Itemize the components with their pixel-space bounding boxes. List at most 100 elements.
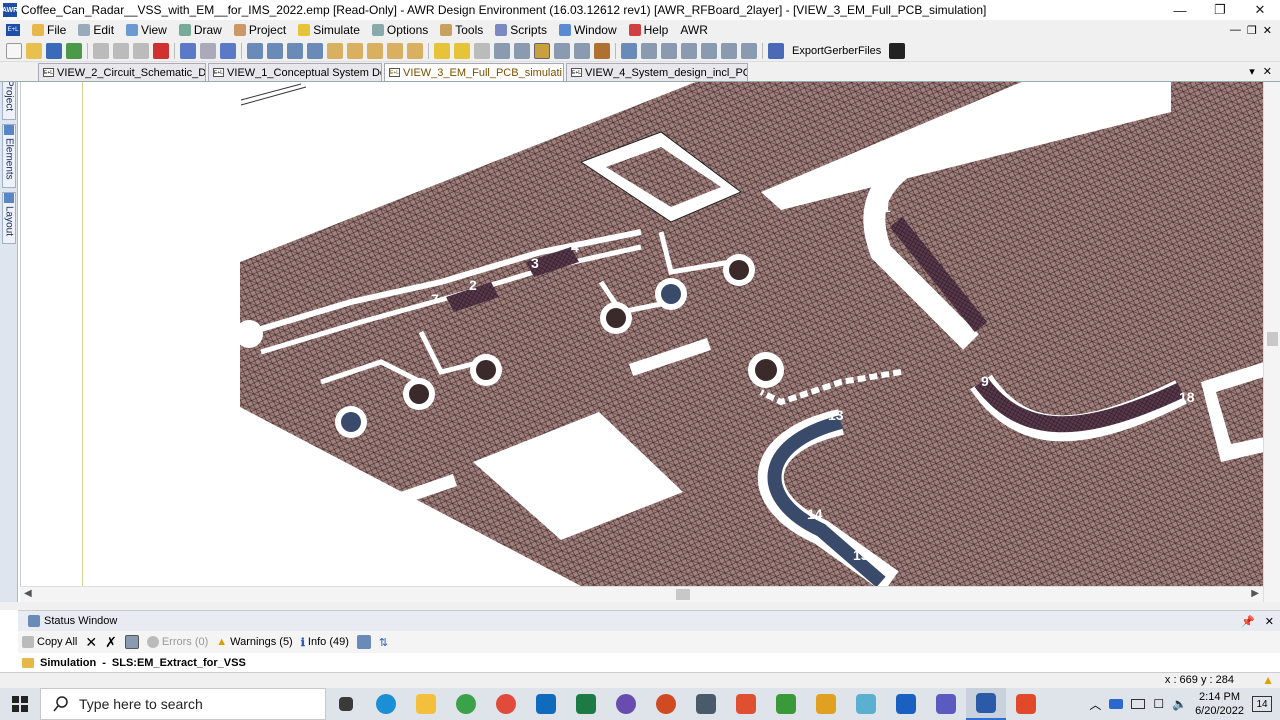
- errors-filter-button[interactable]: Errors (0): [146, 636, 208, 648]
- clear-all-button[interactable]: ✗: [105, 634, 117, 651]
- gerber-icon[interactable]: [768, 42, 784, 59]
- refresh-icon[interactable]: [220, 42, 236, 59]
- taskbar-app-edge[interactable]: [366, 688, 406, 720]
- frame-icon[interactable]: [741, 42, 757, 59]
- link-icon[interactable]: [621, 42, 637, 59]
- network-icon[interactable]: ☐: [1153, 697, 1164, 711]
- subcircuit-icon[interactable]: [367, 42, 383, 59]
- tune-icon[interactable]: [454, 42, 470, 59]
- save-icon[interactable]: [46, 42, 62, 59]
- taskbar-app-media[interactable]: [806, 688, 846, 720]
- taskbar-app-teams[interactable]: [926, 688, 966, 720]
- onedrive-icon[interactable]: [1109, 699, 1124, 709]
- sidebar-tab-elements[interactable]: Elements: [2, 124, 16, 188]
- taskbar-app-chrome[interactable]: [486, 688, 526, 720]
- menu-tools[interactable]: Tools: [434, 20, 489, 40]
- filter-button[interactable]: [124, 635, 139, 649]
- warnings-filter-button[interactable]: ▲ Warnings (5): [216, 636, 292, 648]
- undo-icon[interactable]: [180, 42, 196, 59]
- taskbar-app-snagit[interactable]: [726, 688, 766, 720]
- document-icon[interactable]: E+L: [6, 24, 20, 36]
- cut-icon[interactable]: [93, 42, 109, 59]
- zoom-area-icon[interactable]: [307, 42, 323, 59]
- zoom-fit-icon[interactable]: [287, 42, 303, 59]
- horizontal-scrollbar[interactable]: ◀ ▶: [20, 586, 1263, 602]
- menu-draw[interactable]: Draw: [173, 20, 228, 40]
- tab-view-4[interactable]: E+LVIEW_4_System_design_incl_PCB_E...: [566, 63, 748, 81]
- image-icon[interactable]: [721, 42, 737, 59]
- tab-view-2[interactable]: E+LVIEW_2_Circuit_Schematic_Design: [38, 63, 206, 81]
- distribute-icon[interactable]: [574, 42, 590, 59]
- mdi-minimize-button[interactable]: —: [1230, 24, 1241, 37]
- sort-button[interactable]: ⇅: [379, 636, 388, 649]
- clock[interactable]: 2:14 PM 6/20/2022: [1195, 690, 1244, 718]
- tab-view-3[interactable]: E+LVIEW_3_EM_Full_PCB_simulati...✕: [384, 63, 564, 81]
- measure-icon[interactable]: [494, 42, 510, 59]
- notification-button[interactable]: 14: [1252, 696, 1272, 712]
- cursor-icon[interactable]: [889, 42, 906, 59]
- component-icon[interactable]: [347, 42, 363, 59]
- list-view-button[interactable]: [356, 635, 371, 649]
- layout-canvas[interactable]: 2 3 4 7 8 9 13 14 15 18 1: [20, 82, 1263, 586]
- delete-icon[interactable]: [153, 42, 169, 59]
- ground-icon[interactable]: [407, 42, 423, 59]
- menu-project[interactable]: Project: [228, 20, 292, 40]
- copy-icon[interactable]: [113, 42, 129, 59]
- scroll-left-icon[interactable]: ◀: [24, 588, 32, 599]
- save-all-icon[interactable]: [66, 42, 82, 59]
- taskbar-app-awr[interactable]: [966, 688, 1006, 720]
- ruler-icon[interactable]: [514, 42, 530, 59]
- mdi-close-button[interactable]: ✕: [1263, 24, 1272, 37]
- zoom-out-icon[interactable]: [267, 42, 283, 59]
- taskbar-app-settings[interactable]: [606, 688, 646, 720]
- print-icon[interactable]: [641, 42, 657, 59]
- vertical-scrollbar[interactable]: [1263, 82, 1280, 602]
- text-icon[interactable]: [701, 42, 717, 59]
- panel-splitter[interactable]: [0, 602, 1280, 610]
- taskbar-app-excel[interactable]: [566, 688, 606, 720]
- menu-window[interactable]: Window: [553, 20, 623, 40]
- taskbar-app-calculator[interactable]: [686, 688, 726, 720]
- taskbar-app-powerpoint[interactable]: [646, 688, 686, 720]
- taskbar-search[interactable]: Type here to search: [40, 688, 326, 720]
- taskbar-app-notes[interactable]: [846, 688, 886, 720]
- taskbar-app-maps[interactable]: [446, 688, 486, 720]
- menu-simulate[interactable]: Simulate: [292, 20, 366, 40]
- menu-awr[interactable]: AWR: [674, 20, 714, 40]
- status-row[interactable]: Simulation - SLS:EM_Extract_for_VSS: [18, 653, 1280, 673]
- close-panel-button[interactable]: ✕: [1265, 615, 1280, 628]
- open-icon[interactable]: [26, 42, 42, 59]
- coordinate-icon[interactable]: [661, 42, 677, 59]
- export-gerber-button[interactable]: ExportGerberFiles: [792, 45, 881, 57]
- close-button[interactable]: ✕: [1240, 0, 1280, 20]
- scroll-right-icon[interactable]: ▶: [1251, 588, 1259, 599]
- taskbar-app-editor[interactable]: [766, 688, 806, 720]
- sidebar-tab-layout[interactable]: Layout: [2, 192, 16, 244]
- taskbar-app-mail[interactable]: [886, 688, 926, 720]
- redo-icon[interactable]: [200, 42, 216, 59]
- ruler-vertical-icon[interactable]: [681, 42, 697, 59]
- menu-file[interactable]: File: [26, 20, 72, 40]
- taskbar-app-camtasia[interactable]: [1006, 688, 1046, 720]
- port-icon[interactable]: [387, 42, 403, 59]
- close-document-button[interactable]: ✕: [1263, 65, 1272, 78]
- snap-icon[interactable]: [534, 42, 550, 59]
- maximize-button[interactable]: ❐: [1200, 0, 1240, 20]
- new-icon[interactable]: [6, 42, 22, 59]
- taskbar-app-outlook[interactable]: [526, 688, 566, 720]
- menu-help[interactable]: Help: [623, 20, 675, 40]
- minimize-button[interactable]: —: [1160, 0, 1200, 20]
- menu-view[interactable]: View: [120, 20, 173, 40]
- menu-edit[interactable]: Edit: [72, 20, 120, 40]
- info-filter-button[interactable]: ℹ Info (49): [301, 636, 349, 649]
- align-icon[interactable]: [554, 42, 570, 59]
- zoom-in-icon[interactable]: [247, 42, 263, 59]
- menu-options[interactable]: Options: [366, 20, 434, 40]
- menu-scripts[interactable]: Scripts: [489, 20, 553, 40]
- start-button[interactable]: [0, 688, 40, 720]
- paste-icon[interactable]: [133, 42, 149, 59]
- volume-icon[interactable]: 🔈: [1172, 697, 1187, 711]
- simulate-icon[interactable]: [434, 42, 450, 59]
- pin-icon[interactable]: 📌: [1241, 615, 1261, 628]
- layout-icon[interactable]: [327, 42, 343, 59]
